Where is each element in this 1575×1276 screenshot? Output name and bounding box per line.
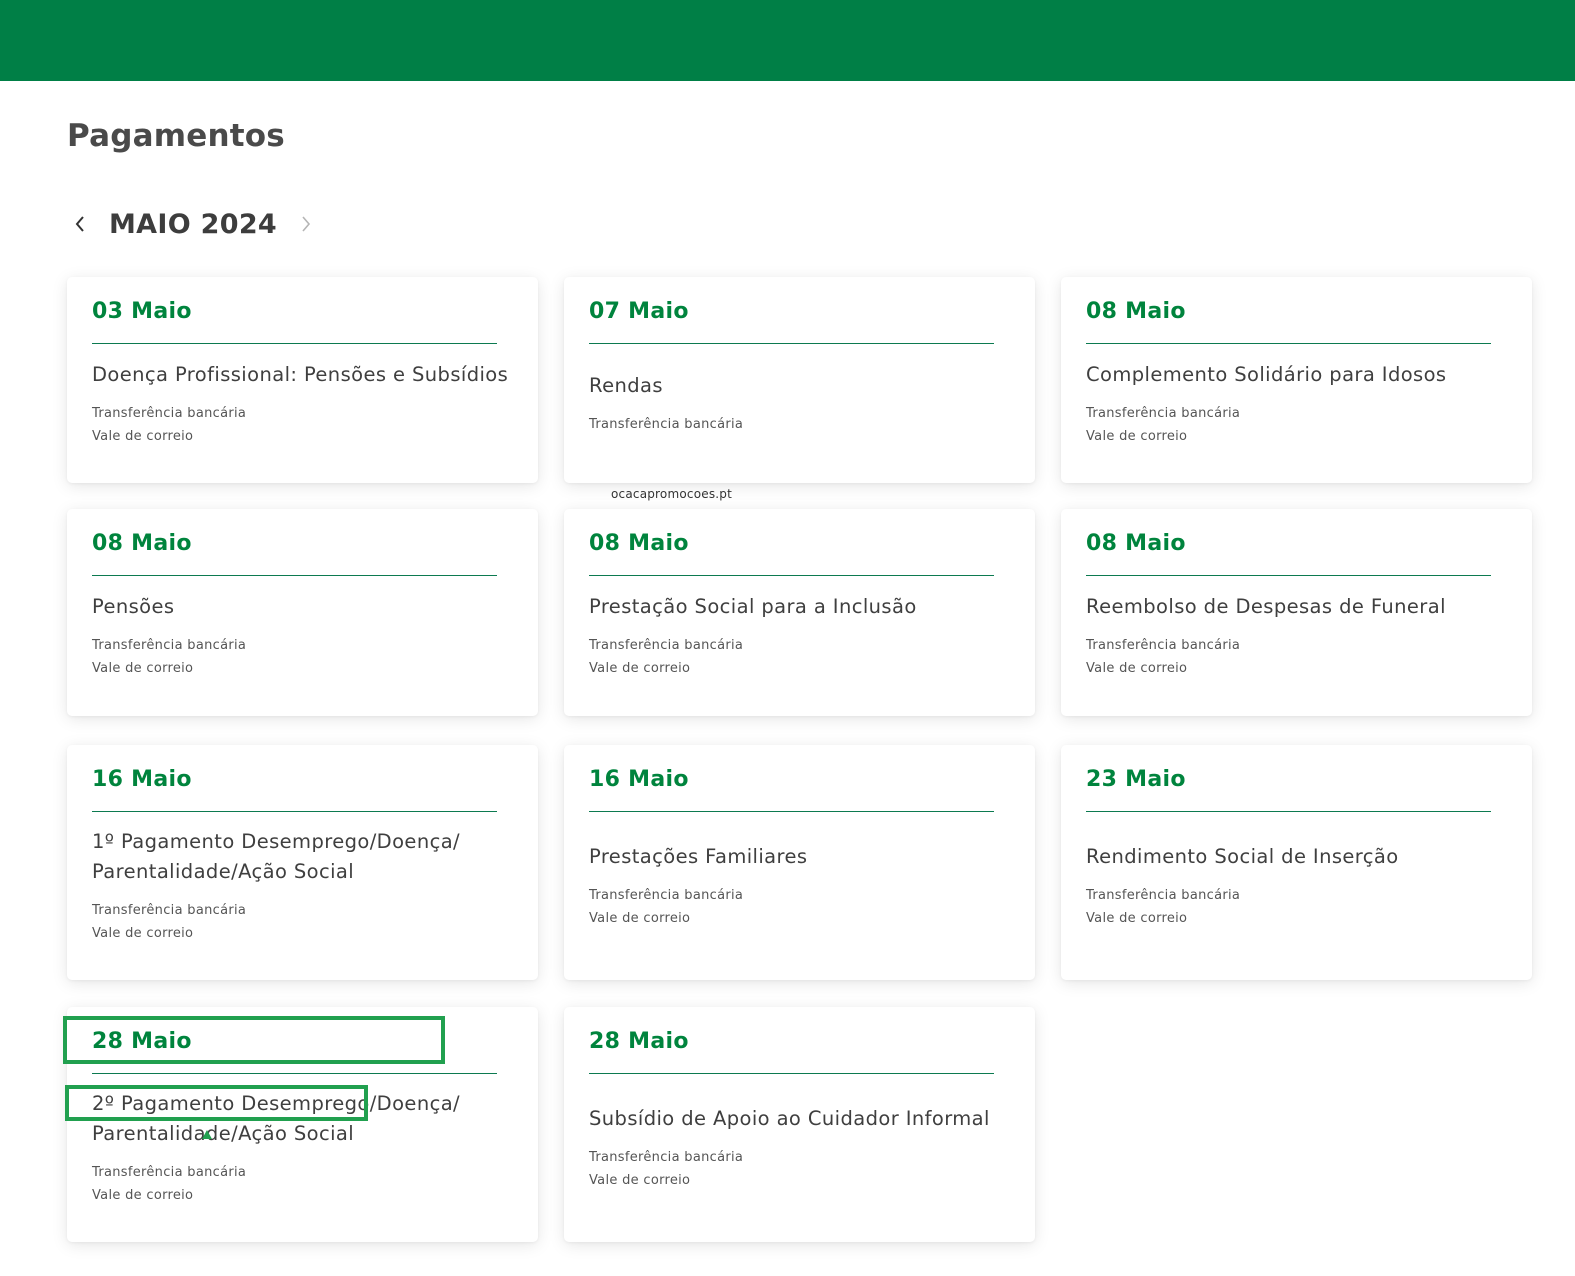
payment-card[interactable]: 28 Maio Subsídio de Apoio ao Cuidador In…	[564, 1007, 1035, 1242]
payment-title: Doença Profissional: Pensões e Subsídios	[92, 362, 509, 386]
payment-card[interactable]: 03 Maio Doença Profissional: Pensões e S…	[67, 277, 538, 483]
payment-card[interactable]: 07 Maio Rendas Transferência bancária	[564, 277, 1035, 483]
payment-method: Vale de correio	[92, 926, 194, 941]
payment-method: Vale de correio	[1086, 661, 1188, 676]
payment-title: 1º Pagamento Desemprego/Doença/ Parental…	[92, 830, 461, 883]
current-month-label: MAIO 2024	[109, 208, 278, 240]
payment-method: Vale de correio	[92, 428, 194, 444]
payment-title: Rendas	[589, 374, 663, 397]
payment-method: Transferência bancária	[92, 405, 247, 421]
payment-method: Transferência bancária	[92, 903, 247, 918]
chevron-right-icon	[302, 216, 311, 232]
payment-title: Subsídio de Apoio ao Cuidador Informal	[589, 1107, 990, 1130]
payment-card[interactable]: 08 Maio Complemento Solidário para Idoso…	[1061, 277, 1532, 483]
payment-date: 08 Maio	[92, 531, 192, 556]
payment-method: Transferência bancária	[589, 888, 744, 903]
payment-title: 2º Pagamento Desemprego/Doença/ Parental…	[92, 1092, 461, 1145]
payment-date: 16 Maio	[589, 767, 689, 792]
payment-title: Rendimento Social de Inserção	[1086, 845, 1399, 868]
payment-method: Transferência bancária	[589, 638, 744, 653]
payment-date: 07 Maio	[589, 299, 689, 324]
payment-title: Complemento Solidário para Idosos	[1086, 362, 1447, 386]
payment-title: Pensões	[92, 595, 175, 618]
payment-date: 08 Maio	[589, 531, 689, 556]
month-navigation: MAIO 2024	[67, 200, 319, 248]
payment-date: 08 Maio	[1086, 299, 1186, 324]
payment-method: Transferência bancária	[1086, 638, 1241, 653]
payment-title: Prestação Social para a Inclusão	[589, 595, 917, 618]
top-header-bar	[0, 0, 1575, 81]
payment-method: Transferência bancária	[92, 1165, 247, 1180]
payment-method: Transferência bancária	[1086, 405, 1241, 421]
payment-method: Transferência bancária	[1086, 888, 1241, 903]
page-title: Pagamentos	[67, 118, 285, 154]
payment-method: Transferência bancária	[589, 1150, 744, 1165]
payment-card[interactable]: 16 Maio Prestações Familiares Transferên…	[564, 745, 1035, 980]
payment-date: 28 Maio	[589, 1029, 689, 1054]
chevron-left-icon	[75, 216, 84, 232]
payment-method: Vale de correio	[589, 911, 691, 926]
payment-card[interactable]: 08 Maio Reembolso de Despesas de Funeral…	[1061, 509, 1532, 716]
payment-method: Vale de correio	[92, 1188, 194, 1203]
payment-card[interactable]: 28 Maio 2º Pagamento Desemprego/Doença/ …	[67, 1007, 538, 1242]
payment-title: Prestações Familiares	[589, 845, 808, 868]
payment-method: Vale de correio	[1086, 428, 1188, 444]
payment-date: 28 Maio	[92, 1029, 192, 1054]
payment-method: Vale de correio	[1086, 911, 1188, 926]
payment-card[interactable]: 08 Maio Pensões Transferência bancária V…	[67, 509, 538, 716]
payment-date: 23 Maio	[1086, 767, 1186, 792]
payment-method: Vale de correio	[589, 661, 691, 676]
watermark-text: ocacapromocoes.pt	[611, 487, 733, 501]
payment-date: 16 Maio	[92, 767, 192, 792]
cursor-pointer-icon	[202, 1130, 212, 1139]
payment-method: Transferência bancária	[589, 417, 744, 432]
payment-card[interactable]: 08 Maio Prestação Social para a Inclusão…	[564, 509, 1035, 716]
payment-method: Transferência bancária	[92, 638, 247, 653]
payment-card[interactable]: 23 Maio Rendimento Social de Inserção Tr…	[1061, 745, 1532, 980]
payment-method: Vale de correio	[92, 661, 194, 676]
payment-title: Reembolso de Despesas de Funeral	[1086, 595, 1446, 618]
payment-card[interactable]: 16 Maio 1º Pagamento Desemprego/Doença/ …	[67, 745, 538, 980]
next-month-button[interactable]	[293, 204, 319, 244]
previous-month-button[interactable]	[67, 204, 93, 244]
payment-method: Vale de correio	[589, 1173, 691, 1188]
payment-date: 03 Maio	[92, 299, 192, 324]
payment-date: 08 Maio	[1086, 531, 1186, 556]
